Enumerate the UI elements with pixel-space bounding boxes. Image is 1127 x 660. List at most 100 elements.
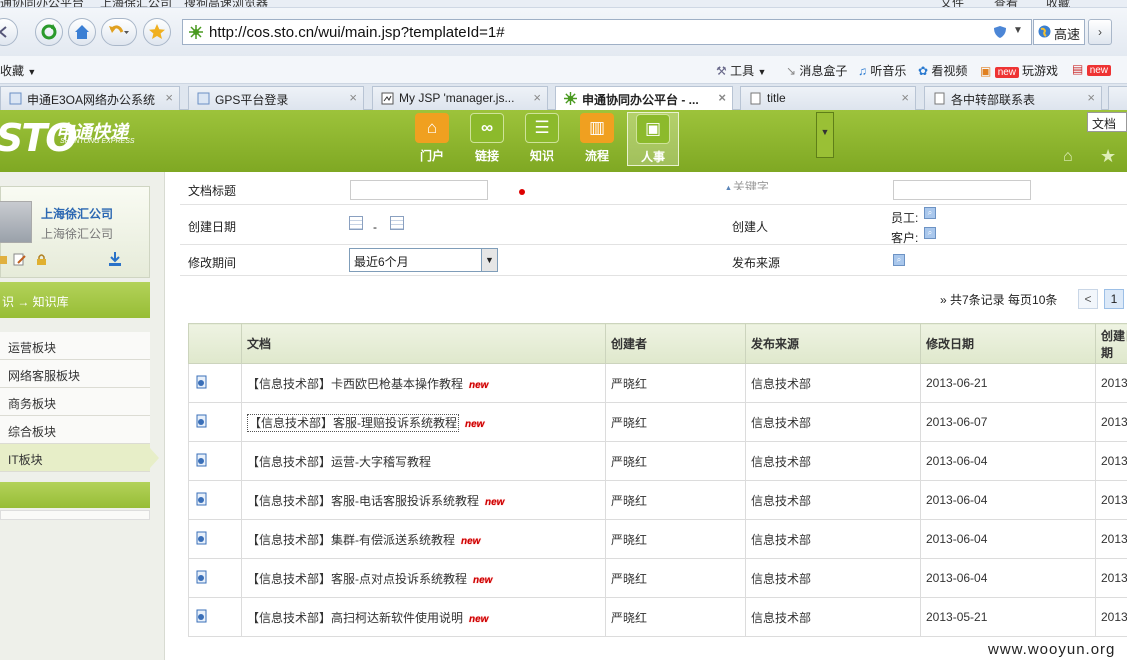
home-icon[interactable]: ⌂ xyxy=(1063,148,1073,166)
doc-title-link[interactable]: 【信息技术部】客服-理赔投诉系统教程 xyxy=(247,413,459,432)
edit-icon[interactable] xyxy=(13,253,26,266)
tab-close-icon[interactable]: × xyxy=(718,90,726,105)
search-type-select[interactable]: 文档 xyxy=(1087,112,1127,132)
search-icon[interactable]: ⌕ xyxy=(924,227,936,239)
browser-tab-partial[interactable] xyxy=(1108,86,1127,110)
table-row[interactable]: 【信息技术部】客服-电话客服投诉系统教程 new 严晓红 信息技术部 2013-0… xyxy=(188,480,1127,520)
column-header-modified[interactable]: 修改日期 xyxy=(920,323,1096,364)
column-header-source[interactable]: 发布来源 xyxy=(745,323,921,364)
modified-cell: 2013-06-04 xyxy=(920,519,1096,559)
table-row[interactable]: 【信息技术部】客服-理赔投诉系统教程 new 严晓红 信息技术部 2013-06-… xyxy=(188,402,1127,442)
tab-close-icon[interactable]: × xyxy=(349,90,357,105)
favorite-star-button[interactable] xyxy=(143,18,171,46)
column-header-document[interactable]: 文档 xyxy=(241,323,606,364)
menu-view[interactable]: 查看 xyxy=(994,0,1018,7)
search-icon[interactable]: ⌕ xyxy=(924,207,936,219)
sidebar-item-operations[interactable]: 运营板块 xyxy=(0,332,150,360)
fav-games[interactable]: ▣ new 玩游戏 xyxy=(980,62,1058,79)
calendar-icon[interactable] xyxy=(390,216,404,230)
chevron-down-icon[interactable]: ▼ xyxy=(481,249,497,271)
keyword-label-text: 关键字 xyxy=(732,180,769,190)
fav-music[interactable]: ♫ 听音乐 xyxy=(858,62,906,79)
column-header-created[interactable]: 创建日期 xyxy=(1095,323,1127,364)
pager-prev-button[interactable]: < xyxy=(1078,289,1098,309)
download-icon[interactable] xyxy=(107,251,123,267)
url-dropdown-icon[interactable]: ▼ xyxy=(1013,25,1023,36)
doc-title-input[interactable] xyxy=(350,180,488,200)
doc-title-link[interactable]: 【信息技术部】运营-大字稽写教程 xyxy=(247,455,431,469)
speed-mode-button[interactable]: 高速 xyxy=(1033,19,1085,45)
company-name[interactable]: 上海徐汇公司 xyxy=(41,205,113,222)
tab-label: title xyxy=(767,91,786,105)
favorites-collapsed[interactable]: 收藏 ▼ xyxy=(0,62,36,79)
jsp-page-icon xyxy=(381,92,394,105)
pager-page-1[interactable]: 1 xyxy=(1104,289,1124,309)
doc-title-cell[interactable]: 【信息技术部】运营-大字稽写教程 xyxy=(241,441,606,481)
tab-close-icon[interactable]: × xyxy=(1087,90,1095,105)
browser-tab[interactable]: 各中转部联系表 × xyxy=(924,86,1102,110)
module-portal[interactable]: ⌂ 门户 xyxy=(409,112,455,166)
module-more-button[interactable]: ▼ xyxy=(816,112,834,158)
fav-video[interactable]: ✿ 看视频 xyxy=(918,62,967,79)
doc-icon-cell xyxy=(188,597,242,637)
module-link[interactable]: ∞ 链接 xyxy=(464,112,510,166)
table-row[interactable]: 【信息技术部】客服-点对点投诉系统教程 new 严晓红 信息技术部 2013-06… xyxy=(188,558,1127,598)
keyword-input[interactable] xyxy=(893,180,1031,200)
browser-tab[interactable]: title × xyxy=(740,86,916,110)
lock-icon[interactable] xyxy=(35,253,48,266)
doc-title-cell[interactable]: 【信息技术部】客服-电话客服投诉系统教程 new xyxy=(241,480,606,520)
fav-label: 看视频 xyxy=(931,64,968,78)
module-knowledge[interactable]: ☰ 知识 xyxy=(519,112,565,166)
page-icon xyxy=(9,92,22,105)
sidebar-item-general[interactable]: 综合板块 xyxy=(0,416,150,444)
tab-close-icon[interactable]: × xyxy=(165,90,173,105)
doc-title-cell[interactable]: 【信息技术部】客服-理赔投诉系统教程 new xyxy=(241,402,606,442)
address-bar[interactable]: http://cos.sto.cn/wui/main.jsp?templateI… xyxy=(182,19,1032,45)
browser-tab[interactable]: 申通E3OA网络办公系统 × xyxy=(0,86,180,110)
back-button[interactable] xyxy=(0,18,18,46)
refresh-button[interactable] xyxy=(35,18,63,46)
tools-menu[interactable]: ⚒ 工具 ▼ xyxy=(716,62,766,79)
browser-tab[interactable]: My JSP 'manager.js... × xyxy=(372,86,548,110)
video-icon: ✿ xyxy=(918,64,929,78)
source-cell: 信息技术部 xyxy=(745,441,921,481)
folder-icon[interactable] xyxy=(0,253,8,266)
sidebar-item-network-service[interactable]: 网络客服板块 xyxy=(0,360,150,388)
doc-title-link[interactable]: 【信息技术部】高扫柯达新软件使用说明 xyxy=(247,611,463,625)
browser-tab[interactable]: GPS平台登录 × xyxy=(188,86,364,110)
doc-title-link[interactable]: 【信息技术部】卡西欧巴枪基本操作教程 xyxy=(247,377,463,391)
doc-title-cell[interactable]: 【信息技术部】卡西欧巴枪基本操作教程 new xyxy=(241,363,606,403)
table-row[interactable]: 【信息技术部】卡西欧巴枪基本操作教程 new 严晓红 信息技术部 2013-06-… xyxy=(188,363,1127,403)
modify-period-select[interactable]: 最近6个月 ▼ xyxy=(349,248,498,272)
doc-title-link[interactable]: 【信息技术部】客服-电话客服投诉系统教程 xyxy=(247,494,479,508)
fav-more[interactable]: ▤ new xyxy=(1072,62,1114,76)
tab-label: 各中转部联系表 xyxy=(951,93,1036,107)
calendar-icon[interactable] xyxy=(349,216,363,230)
table-row[interactable]: 【信息技术部】运营-大字稽写教程 严晓红 信息技术部 2013-06-04 20… xyxy=(188,441,1127,481)
creator-cell: 严晓红 xyxy=(605,441,746,481)
browser-tab-active[interactable]: 申通协同办公平台 - ... × xyxy=(555,86,733,111)
modified-cell: 2013-05-21 xyxy=(920,597,1096,637)
module-workflow[interactable]: ▥ 流程 xyxy=(574,112,620,166)
home-button[interactable] xyxy=(68,18,96,46)
doc-title-cell[interactable]: 【信息技术部】高扫柯达新软件使用说明 new xyxy=(241,597,606,637)
table-row[interactable]: 【信息技术部】集群-有偿派送系统教程 new 严晓红 信息技术部 2013-06-… xyxy=(188,519,1127,559)
menu-favorites[interactable]: 收藏 xyxy=(1046,0,1070,7)
search-icon[interactable]: ⌕ xyxy=(893,254,905,266)
forward-nav-button[interactable]: › xyxy=(1088,19,1112,45)
tab-close-icon[interactable]: × xyxy=(533,90,541,105)
module-hr[interactable]: ▣ 人事 xyxy=(627,112,679,166)
doc-title-link[interactable]: 【信息技术部】客服-点对点投诉系统教程 xyxy=(247,572,467,586)
menu-file[interactable]: 文件 xyxy=(940,0,964,7)
undo-dropdown-button[interactable] xyxy=(101,18,137,46)
doc-title-cell[interactable]: 【信息技术部】客服-点对点投诉系统教程 new xyxy=(241,558,606,598)
table-row[interactable]: 【信息技术部】高扫柯达新软件使用说明 new 严晓红 信息技术部 2013-05-… xyxy=(188,597,1127,637)
column-header-creator[interactable]: 创建者 xyxy=(605,323,746,364)
fav-message-box[interactable]: ↘ 消息盒子 xyxy=(786,62,847,79)
sidebar-item-business[interactable]: 商务板块 xyxy=(0,388,150,416)
sidebar-item-it[interactable]: IT板块 xyxy=(0,444,159,472)
star-icon[interactable]: ★ xyxy=(1100,146,1116,167)
tab-close-icon[interactable]: × xyxy=(901,90,909,105)
doc-title-link[interactable]: 【信息技术部】集群-有偿派送系统教程 xyxy=(247,533,455,547)
doc-title-cell[interactable]: 【信息技术部】集群-有偿派送系统教程 new xyxy=(241,519,606,559)
